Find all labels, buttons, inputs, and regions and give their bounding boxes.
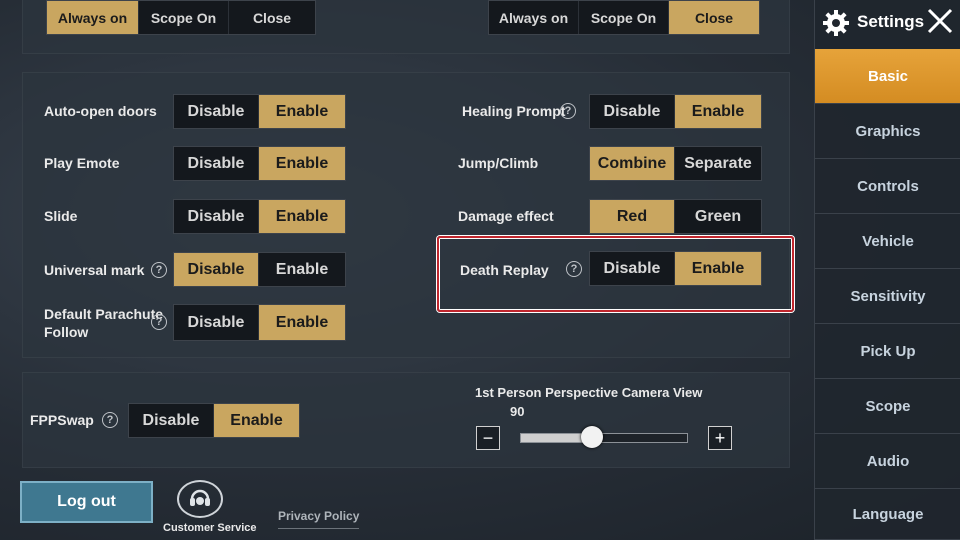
option-disable[interactable]: Disable <box>590 95 675 128</box>
customer-service-icon[interactable] <box>177 480 223 518</box>
settings-sidebar: Settings Basic Graphics Controls Vehicle… <box>814 0 960 540</box>
option-always-on-right[interactable]: Always on <box>489 1 579 34</box>
universal-mark-label: Universal mark <box>44 262 145 278</box>
fppswap-toggle: Disable Enable <box>128 403 300 438</box>
sidebar-item-graphics[interactable]: Graphics <box>815 104 960 159</box>
option-disable[interactable]: Disable <box>174 305 259 340</box>
healing-prompt-toggle: Disable Enable <box>589 94 762 129</box>
play-emote-label: Play Emote <box>44 155 120 171</box>
option-always-on-left[interactable]: Always on <box>47 1 139 34</box>
sidebar-item-scope[interactable]: Scope <box>815 379 960 434</box>
default-parachute-follow-label-line2: Follow <box>44 324 89 340</box>
damage-effect-label: Damage effect <box>458 208 554 224</box>
option-enable[interactable]: Enable <box>259 253 345 286</box>
default-parachute-help-icon[interactable]: ? <box>151 314 167 330</box>
option-disable[interactable]: Disable <box>590 252 675 285</box>
universal-mark-toggle: Disable Enable <box>173 252 346 287</box>
sidebar-item-vehicle[interactable]: Vehicle <box>815 214 960 269</box>
auto-open-doors-label: Auto-open doors <box>44 103 157 119</box>
logout-button[interactable]: Log out <box>20 481 153 523</box>
death-replay-label: Death Replay <box>460 262 549 278</box>
option-close-right[interactable]: Close <box>669 1 759 34</box>
slide-label: Slide <box>44 208 78 224</box>
option-disable[interactable]: Disable <box>174 95 259 128</box>
option-close-left[interactable]: Close <box>229 1 315 34</box>
sidebar-item-audio[interactable]: Audio <box>815 434 960 489</box>
settings-header: Settings <box>815 0 960 46</box>
headset-glyph <box>190 489 210 506</box>
option-enable[interactable]: Enable <box>675 252 761 285</box>
sidebar-item-basic[interactable]: Basic <box>815 49 960 104</box>
fppswap-label: FPPSwap <box>30 412 94 428</box>
universal-mark-help-icon[interactable]: ? <box>151 262 167 278</box>
camera-view-decrease-button[interactable]: − <box>476 426 500 450</box>
option-red[interactable]: Red <box>590 200 675 233</box>
default-parachute-follow-toggle: Disable Enable <box>173 304 346 341</box>
top-left-selector: Always on Scope On Close <box>46 0 316 35</box>
fppswap-help-icon[interactable]: ? <box>102 412 118 428</box>
option-enable[interactable]: Enable <box>214 404 299 437</box>
option-enable[interactable]: Enable <box>259 147 345 180</box>
sidebar-item-sensitivity[interactable]: Sensitivity <box>815 269 960 324</box>
sidebar-item-pick-up[interactable]: Pick Up <box>815 324 960 379</box>
camera-view-label: 1st Person Perspective Camera View <box>475 385 703 400</box>
jump-climb-toggle: Combine Separate <box>589 146 762 181</box>
settings-title: Settings <box>857 12 925 31</box>
slide-toggle: Disable Enable <box>173 199 346 234</box>
play-emote-toggle: Disable Enable <box>173 146 346 181</box>
option-enable[interactable]: Enable <box>259 305 345 340</box>
option-scope-on-right[interactable]: Scope On <box>579 1 669 34</box>
close-icon[interactable] <box>924 5 956 39</box>
option-green[interactable]: Green <box>675 200 761 233</box>
option-separate[interactable]: Separate <box>675 147 761 180</box>
camera-view-value: 90 <box>510 404 525 419</box>
option-disable[interactable]: Disable <box>174 200 259 233</box>
default-parachute-follow-label-line1: Default Parachute <box>44 306 164 322</box>
camera-view-increase-button[interactable]: + <box>708 426 732 450</box>
gear-icon <box>823 10 849 36</box>
option-combine[interactable]: Combine <box>590 147 675 180</box>
customer-service-label[interactable]: Customer Service <box>163 519 257 537</box>
camera-view-slider[interactable] <box>520 426 688 448</box>
healing-prompt-help-icon[interactable]: ? <box>560 103 576 119</box>
option-disable[interactable]: Disable <box>174 147 259 180</box>
option-enable[interactable]: Enable <box>259 95 345 128</box>
healing-prompt-label: Healing Prompt <box>462 103 566 119</box>
option-scope-on-left[interactable]: Scope On <box>139 1 229 34</box>
close-x-glyph <box>927 8 953 34</box>
privacy-policy-link[interactable]: Privacy Policy <box>278 507 360 529</box>
auto-open-doors-toggle: Disable Enable <box>173 94 346 129</box>
jump-climb-label: Jump/Climb <box>458 155 539 171</box>
sidebar-item-language[interactable]: Language <box>815 489 960 540</box>
option-disable[interactable]: Disable <box>174 253 259 286</box>
option-enable[interactable]: Enable <box>675 95 761 128</box>
death-replay-toggle: Disable Enable <box>589 251 762 286</box>
death-replay-help-icon[interactable]: ? <box>566 261 582 277</box>
top-right-selector: Always on Scope On Close <box>488 0 760 35</box>
damage-effect-toggle: Red Green <box>589 199 762 234</box>
option-disable[interactable]: Disable <box>129 404 214 437</box>
sidebar-item-controls[interactable]: Controls <box>815 159 960 214</box>
option-enable[interactable]: Enable <box>259 200 345 233</box>
